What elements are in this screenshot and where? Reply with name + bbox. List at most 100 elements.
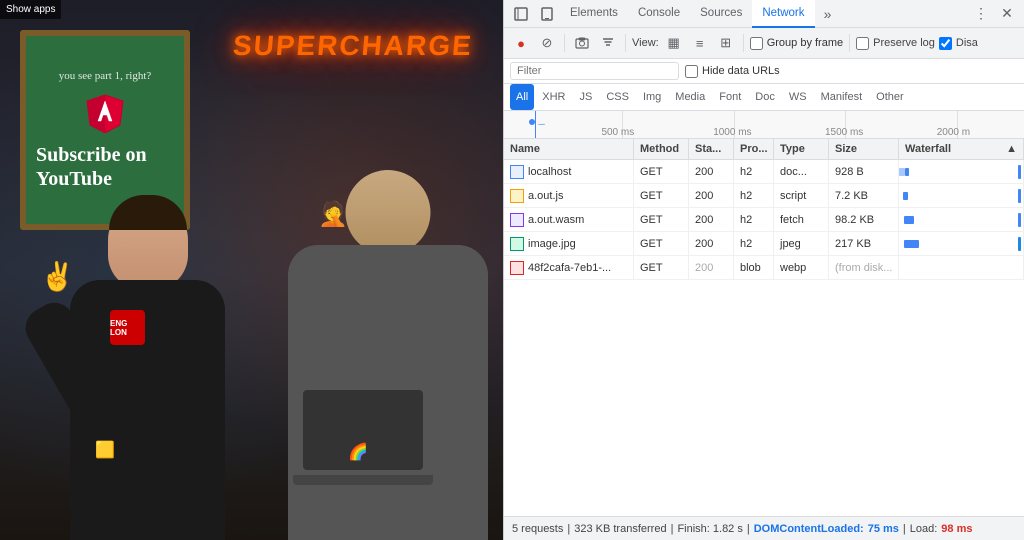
type-tab-xhr[interactable]: XHR [536, 84, 571, 110]
video-placeholder: SUPERCHARGE you see part 1, right? Subsc… [0, 0, 503, 540]
cell-waterfall-4 [899, 256, 1024, 279]
more-tabs-icon[interactable]: » [816, 2, 840, 26]
preserve-log-label: Preserve log [873, 37, 935, 49]
filter-input-wrap [510, 62, 679, 80]
hide-data-urls-checkbox[interactable] [685, 65, 698, 78]
cell-waterfall-3 [899, 232, 1024, 255]
cell-protocol-2: h2 [734, 208, 774, 231]
record-button[interactable]: ● [510, 32, 532, 54]
cell-type-3: jpeg [774, 232, 829, 255]
stop-button[interactable]: ⊘ [536, 32, 558, 54]
tab-elements[interactable]: Elements [560, 0, 628, 28]
col-header-method[interactable]: Method [634, 139, 689, 159]
filter-toggle-button[interactable] [597, 32, 619, 54]
disable-cache-checkbox[interactable] [939, 37, 952, 50]
settings-icon[interactable]: ⋮ [969, 2, 993, 26]
cell-name-4: 48f2cafa-7eb1-... [504, 256, 634, 279]
angular-logo [85, 93, 125, 139]
cell-name-1: a.out.js [504, 184, 634, 207]
cell-size-3: 217 KB [829, 232, 899, 255]
toolbar-divider-4 [849, 34, 850, 52]
cell-protocol-1: h2 [734, 184, 774, 207]
dom-content-label[interactable]: DOMContentLoaded: [754, 523, 864, 535]
type-tab-media[interactable]: Media [669, 84, 711, 110]
cell-status-0: 200 [689, 160, 734, 183]
cell-type-2: fetch [774, 208, 829, 231]
cell-method-0: GET [634, 160, 689, 183]
divider-1: | [567, 523, 570, 535]
row-icon-0 [510, 165, 524, 179]
inspect-icon[interactable] [509, 2, 533, 26]
cell-waterfall-2 [899, 208, 1024, 231]
table-row[interactable]: a.out.wasm GET 200 h2 fetch 98.2 KB [504, 208, 1024, 232]
table-row[interactable]: a.out.js GET 200 h2 script 7.2 KB [504, 184, 1024, 208]
divider-4: | [903, 523, 906, 535]
tab-network[interactable]: Network [752, 0, 814, 28]
hide-data-urls-option[interactable]: Hide data URLs [685, 65, 780, 78]
tab-sources[interactable]: Sources [690, 0, 752, 28]
camera-button[interactable] [571, 32, 593, 54]
transferred-size: 323 KB transferred [574, 523, 666, 535]
col-header-name[interactable]: Name [504, 139, 634, 159]
grouped-view-button[interactable]: ⊞ [715, 32, 737, 54]
status-bar: 5 requests | 323 KB transferred | Finish… [504, 516, 1024, 540]
person-right: 🤦 🌈 [283, 170, 493, 540]
cell-size-1: 7.2 KB [829, 184, 899, 207]
close-icon[interactable]: ✕ [995, 2, 1019, 26]
cell-name-0: localhost [504, 160, 634, 183]
type-tab-other[interactable]: Other [870, 84, 910, 110]
cell-size-4: (from disk... [829, 256, 899, 279]
cell-status-4: 200 [689, 256, 734, 279]
row-icon-3 [510, 237, 524, 251]
timeline-mark-2000: 2000 m [937, 127, 970, 138]
list-view-button[interactable]: ≡ [689, 32, 711, 54]
cell-waterfall-1 [899, 184, 1024, 207]
cell-name-3: image.jpg [504, 232, 634, 255]
type-tab-img[interactable]: Img [637, 84, 667, 110]
preserve-log-checkbox[interactable] [856, 37, 869, 50]
col-header-protocol[interactable]: Pro... [734, 139, 774, 159]
table-row[interactable]: localhost GET 200 h2 doc... 928 B [504, 160, 1024, 184]
row-icon-4 [510, 261, 524, 275]
table-row[interactable]: image.jpg GET 200 h2 jpeg 217 KB [504, 232, 1024, 256]
type-tab-doc[interactable]: Doc [749, 84, 781, 110]
devtools-panel: Elements Console Sources Network » ⋮ ✕ ●… [503, 0, 1024, 540]
cell-method-1: GET [634, 184, 689, 207]
col-header-type[interactable]: Type [774, 139, 829, 159]
group-by-frame-label[interactable]: Group by frame [767, 37, 843, 49]
col-header-size[interactable]: Size [829, 139, 899, 159]
tab-console[interactable]: Console [628, 0, 690, 28]
dom-content-time: 75 ms [868, 523, 899, 535]
finish-time: Finish: 1.82 s [677, 523, 742, 535]
view-label: View: [632, 37, 659, 49]
cell-method-3: GET [634, 232, 689, 255]
requests-count: 5 requests [512, 523, 563, 535]
cell-type-0: doc... [774, 160, 829, 183]
group-by-frame-checkbox[interactable] [750, 37, 763, 50]
cell-type-1: script [774, 184, 829, 207]
network-table[interactable]: Name Method Sta... Pro... Type Size Wate… [504, 139, 1024, 516]
cell-status-3: 200 [689, 232, 734, 255]
timeline-indicator-label: ─ [538, 119, 544, 129]
video-panel: SUPERCHARGE you see part 1, right? Subsc… [0, 0, 503, 540]
divider-2: | [671, 523, 674, 535]
grid-view-button[interactable]: ▦ [663, 32, 685, 54]
type-tab-css[interactable]: CSS [600, 84, 635, 110]
type-tab-js[interactable]: JS [573, 84, 598, 110]
sort-arrow-icon: ▲ [1006, 143, 1017, 155]
type-filter-row: All XHR JS CSS Img Media Font Doc WS Man… [504, 84, 1024, 111]
col-header-waterfall[interactable]: Waterfall ▲ [899, 139, 1024, 159]
show-apps-button[interactable]: Show apps [0, 0, 61, 19]
type-tab-font[interactable]: Font [713, 84, 747, 110]
type-tab-ws[interactable]: WS [783, 84, 813, 110]
table-row[interactable]: 48f2cafa-7eb1-... GET 200 blob webp (fro… [504, 256, 1024, 280]
type-tab-manifest[interactable]: Manifest [815, 84, 869, 110]
cell-status-1: 200 [689, 184, 734, 207]
filter-input[interactable] [517, 65, 672, 77]
cell-status-2: 200 [689, 208, 734, 231]
toolbar-divider-2 [625, 34, 626, 52]
timeline-mark-500: 500 ms [601, 127, 634, 138]
device-icon[interactable] [535, 2, 559, 26]
col-header-status[interactable]: Sta... [689, 139, 734, 159]
type-tab-all[interactable]: All [510, 84, 534, 110]
